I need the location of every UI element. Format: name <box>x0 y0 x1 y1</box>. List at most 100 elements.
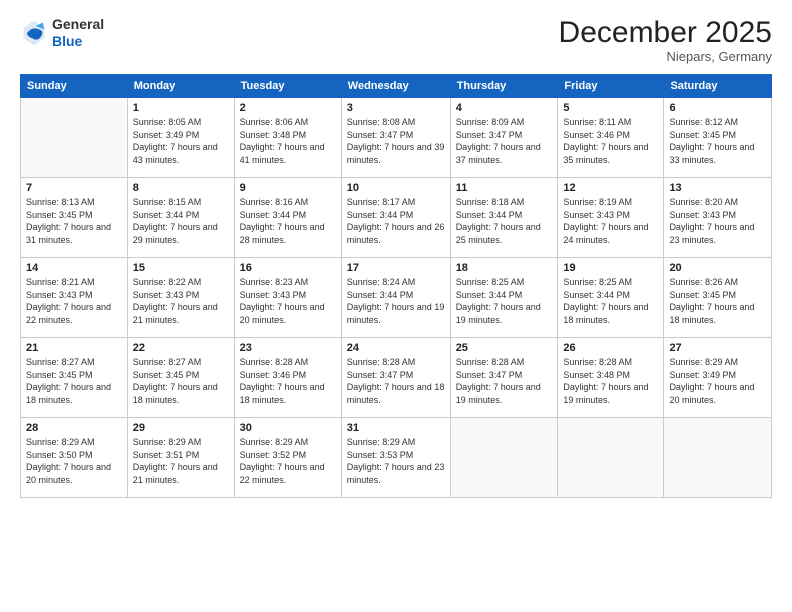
logo: General Blue <box>20 16 104 50</box>
day-info: Sunrise: 8:22 AMSunset: 3:43 PMDaylight:… <box>133 276 229 326</box>
day-info: Sunrise: 8:24 AMSunset: 3:44 PMDaylight:… <box>347 276 445 326</box>
day-info: Sunrise: 8:25 AMSunset: 3:44 PMDaylight:… <box>456 276 553 326</box>
day-number: 16 <box>240 262 336 274</box>
col-header-friday: Friday <box>558 75 664 98</box>
day-info: Sunrise: 8:19 AMSunset: 3:43 PMDaylight:… <box>563 196 658 246</box>
day-info: Sunrise: 8:29 AMSunset: 3:50 PMDaylight:… <box>26 436 122 486</box>
day-info: Sunrise: 8:29 AMSunset: 3:51 PMDaylight:… <box>133 436 229 486</box>
calendar-cell: 25Sunrise: 8:28 AMSunset: 3:47 PMDayligh… <box>450 338 558 418</box>
day-info: Sunrise: 8:08 AMSunset: 3:47 PMDaylight:… <box>347 116 445 166</box>
calendar-cell: 14Sunrise: 8:21 AMSunset: 3:43 PMDayligh… <box>21 258 128 338</box>
day-info: Sunrise: 8:29 AMSunset: 3:53 PMDaylight:… <box>347 436 445 486</box>
day-info: Sunrise: 8:27 AMSunset: 3:45 PMDaylight:… <box>133 356 229 406</box>
day-info: Sunrise: 8:28 AMSunset: 3:47 PMDaylight:… <box>347 356 445 406</box>
calendar-cell: 13 Sunrise: 8:20 AMSunset: 3:43 PMDayligh… <box>664 178 772 258</box>
calendar-cell: 1 Sunrise: 8:05 AMSunset: 3:49 PMDaylight… <box>127 98 234 178</box>
day-number: 21 <box>26 342 122 354</box>
calendar-cell: 11 Sunrise: 8:18 AMSunset: 3:44 PMDayligh… <box>450 178 558 258</box>
col-header-sunday: Sunday <box>21 75 128 98</box>
day-number: 3 <box>347 102 445 114</box>
page: General Blue December 2025 Niepars, Germ… <box>0 0 792 612</box>
calendar-cell: 26 Sunrise: 8:28 AMSunset: 3:48 PMDayligh… <box>558 338 664 418</box>
calendar-cell: 6 Sunrise: 8:12 AMSunset: 3:45 PMDaylight… <box>664 98 772 178</box>
day-number: 22 <box>133 342 229 354</box>
calendar-cell: 18Sunrise: 8:25 AMSunset: 3:44 PMDayligh… <box>450 258 558 338</box>
calendar-table: SundayMondayTuesdayWednesdayThursdayFrid… <box>20 74 772 498</box>
day-info: Sunrise: 8:18 AMSunset: 3:44 PMDaylight:… <box>456 196 553 246</box>
day-info: Sunrise: 8:28 AMSunset: 3:48 PMDaylight:… <box>563 356 658 406</box>
day-number: 26 <box>563 342 658 354</box>
day-info: Sunrise: 8:12 AMSunset: 3:45 PMDaylight:… <box>669 116 766 166</box>
day-number: 7 <box>26 182 122 194</box>
calendar-cell: 24 Sunrise: 8:28 AMSunset: 3:47 PMDayligh… <box>341 338 450 418</box>
day-info: Sunrise: 8:05 AMSunset: 3:49 PMDaylight:… <box>133 116 229 166</box>
month-title: December 2025 <box>559 16 772 49</box>
day-number: 23 <box>240 342 336 354</box>
calendar-cell <box>450 418 558 498</box>
day-number: 10 <box>347 182 445 194</box>
calendar-cell: 27Sunrise: 8:29 AMSunset: 3:49 PMDayligh… <box>664 338 772 418</box>
day-number: 11 <box>456 182 553 194</box>
calendar-cell: 31 Sunrise: 8:29 AMSunset: 3:53 PMDayligh… <box>341 418 450 498</box>
day-number: 28 <box>26 422 122 434</box>
calendar-cell: 8 Sunrise: 8:15 AMSunset: 3:44 PMDaylight… <box>127 178 234 258</box>
calendar-cell <box>21 98 128 178</box>
calendar-cell: 15Sunrise: 8:22 AMSunset: 3:43 PMDayligh… <box>127 258 234 338</box>
day-number: 8 <box>133 182 229 194</box>
calendar-cell: 20 Sunrise: 8:26 AMSunset: 3:45 PMDayligh… <box>664 258 772 338</box>
col-header-monday: Monday <box>127 75 234 98</box>
calendar-cell: 3 Sunrise: 8:08 AMSunset: 3:47 PMDaylight… <box>341 98 450 178</box>
calendar-cell: 12 Sunrise: 8:19 AMSunset: 3:43 PMDayligh… <box>558 178 664 258</box>
day-info: Sunrise: 8:27 AMSunset: 3:45 PMDaylight:… <box>26 356 122 406</box>
col-header-thursday: Thursday <box>450 75 558 98</box>
day-info: Sunrise: 8:28 AMSunset: 3:46 PMDaylight:… <box>240 356 336 406</box>
day-info: Sunrise: 8:16 AMSunset: 3:44 PMDaylight:… <box>240 196 336 246</box>
day-number: 31 <box>347 422 445 434</box>
day-number: 6 <box>669 102 766 114</box>
calendar-cell: 21 Sunrise: 8:27 AMSunset: 3:45 PMDayligh… <box>21 338 128 418</box>
day-number: 4 <box>456 102 553 114</box>
calendar-cell: 5Sunrise: 8:11 AMSunset: 3:46 PMDaylight… <box>558 98 664 178</box>
calendar-cell <box>664 418 772 498</box>
col-header-wednesday: Wednesday <box>341 75 450 98</box>
day-number: 5 <box>563 102 658 114</box>
day-number: 13 <box>669 182 766 194</box>
logo-text: General Blue <box>52 16 104 50</box>
day-number: 1 <box>133 102 229 114</box>
day-info: Sunrise: 8:26 AMSunset: 3:45 PMDaylight:… <box>669 276 766 326</box>
col-header-saturday: Saturday <box>664 75 772 98</box>
day-info: Sunrise: 8:06 AMSunset: 3:48 PMDaylight:… <box>240 116 336 166</box>
calendar-cell: 16Sunrise: 8:23 AMSunset: 3:43 PMDayligh… <box>234 258 341 338</box>
calendar-cell: 7 Sunrise: 8:13 AMSunset: 3:45 PMDaylight… <box>21 178 128 258</box>
title-block: December 2025 Niepars, Germany <box>559 16 772 64</box>
day-number: 17 <box>347 262 445 274</box>
day-info: Sunrise: 8:09 AMSunset: 3:47 PMDaylight:… <box>456 116 553 166</box>
day-number: 24 <box>347 342 445 354</box>
day-info: Sunrise: 8:29 AMSunset: 3:52 PMDaylight:… <box>240 436 336 486</box>
calendar-cell <box>558 418 664 498</box>
day-info: Sunrise: 8:13 AMSunset: 3:45 PMDaylight:… <box>26 196 122 246</box>
day-number: 14 <box>26 262 122 274</box>
subtitle: Niepars, Germany <box>559 49 772 64</box>
day-number: 2 <box>240 102 336 114</box>
calendar-cell: 28 Sunrise: 8:29 AMSunset: 3:50 PMDayligh… <box>21 418 128 498</box>
day-info: Sunrise: 8:17 AMSunset: 3:44 PMDaylight:… <box>347 196 445 246</box>
calendar-cell: 4 Sunrise: 8:09 AMSunset: 3:47 PMDaylight… <box>450 98 558 178</box>
day-number: 29 <box>133 422 229 434</box>
day-number: 30 <box>240 422 336 434</box>
day-number: 12 <box>563 182 658 194</box>
day-info: Sunrise: 8:20 AMSunset: 3:43 PMDaylight:… <box>669 196 766 246</box>
calendar-cell: 29 Sunrise: 8:29 AMSunset: 3:51 PMDayligh… <box>127 418 234 498</box>
calendar-cell: 2 Sunrise: 8:06 AMSunset: 3:48 PMDaylight… <box>234 98 341 178</box>
day-info: Sunrise: 8:15 AMSunset: 3:44 PMDaylight:… <box>133 196 229 246</box>
calendar-cell: 23 Sunrise: 8:28 AMSunset: 3:46 PMDayligh… <box>234 338 341 418</box>
day-info: Sunrise: 8:25 AMSunset: 3:44 PMDaylight:… <box>563 276 658 326</box>
day-number: 19 <box>563 262 658 274</box>
day-number: 9 <box>240 182 336 194</box>
logo-icon <box>20 19 48 47</box>
header: General Blue December 2025 Niepars, Germ… <box>20 16 772 64</box>
day-info: Sunrise: 8:28 AMSunset: 3:47 PMDaylight:… <box>456 356 553 406</box>
day-number: 20 <box>669 262 766 274</box>
calendar-cell: 9 Sunrise: 8:16 AMSunset: 3:44 PMDaylight… <box>234 178 341 258</box>
day-number: 27 <box>669 342 766 354</box>
